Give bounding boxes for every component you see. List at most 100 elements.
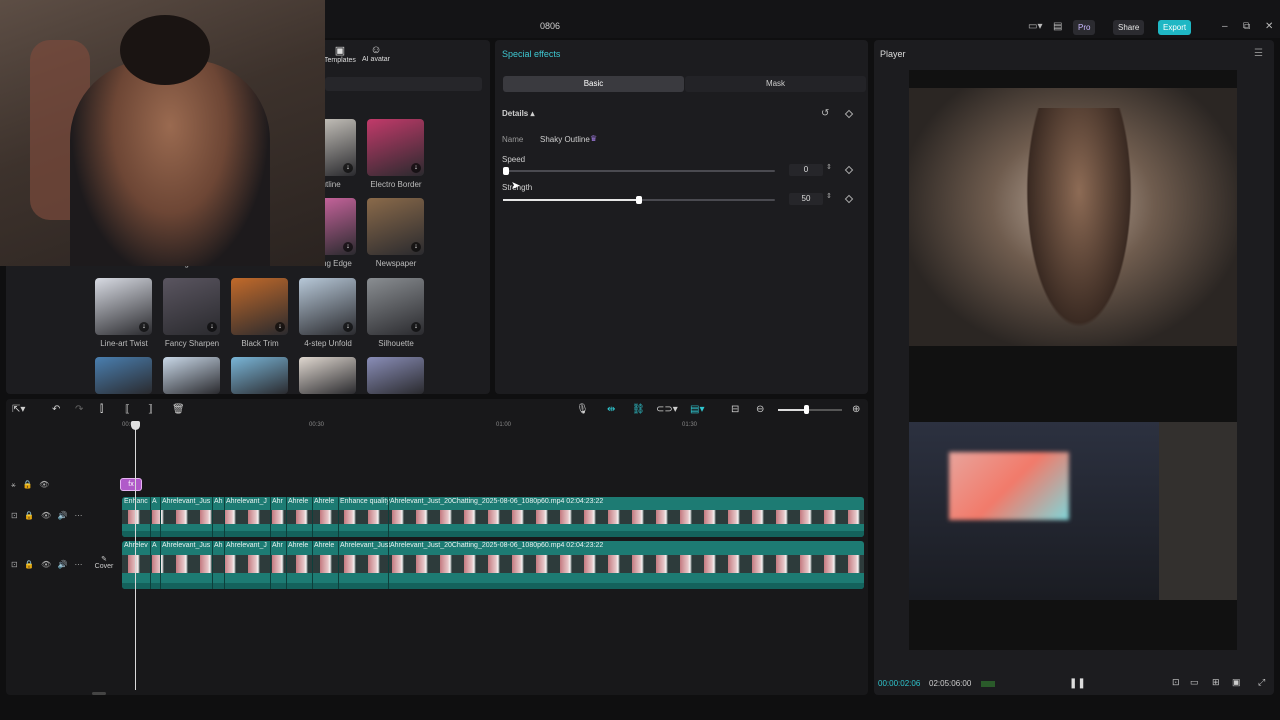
preview-axis-icon[interactable]: ⊂⊃▾	[656, 404, 678, 415]
effect-thumbnail[interactable]	[299, 357, 356, 394]
track2-controls[interactable]: ⊡ 🔒 👁 🔊 ⋯	[11, 560, 82, 569]
ratio-icon[interactable]: ▭	[1190, 677, 1199, 688]
delete-icon[interactable]: 🗑	[172, 404, 185, 415]
zoom-out-icon[interactable]: ⊖	[756, 404, 764, 415]
fx-track-controls[interactable]: ⚹ 🔒 👁	[11, 480, 49, 490]
tab-mask[interactable]: Mask	[685, 76, 866, 92]
clip-label[interactable]: Ahrelevant_Jus	[162, 498, 210, 505]
zoom-in-icon[interactable]: ⊕	[852, 404, 860, 415]
search-input[interactable]	[325, 77, 482, 91]
clip-label[interactable]: Ahrelevant_Just	[340, 542, 390, 549]
playhead[interactable]	[135, 422, 136, 690]
trim-right-icon[interactable]: ⟧	[148, 404, 153, 415]
effect-thumbnail[interactable]	[367, 357, 424, 394]
scrollbar[interactable]	[92, 692, 106, 695]
clip-label[interactable]: Ahrele	[314, 542, 334, 549]
effect-thumbnail[interactable]: ↓	[367, 278, 424, 335]
track1-controls[interactable]: ⊡ 🔒 👁 🔊 ⋯	[11, 511, 82, 520]
download-icon[interactable]: ↓	[343, 242, 353, 252]
video-preview[interactable]	[909, 70, 1237, 650]
clip-label[interactable]: Ahrele	[314, 498, 334, 505]
clip-label[interactable]: Ahrelevant_Just_20Chatting_2025-08-06_10…	[390, 542, 603, 549]
close-button[interactable]: ✕	[1265, 21, 1273, 32]
strength-slider-knob[interactable]	[636, 196, 642, 204]
pro-badge-icon: ♛	[590, 134, 598, 143]
minimize-button[interactable]: –	[1222, 21, 1228, 32]
zoom-slider-knob[interactable]	[804, 405, 809, 414]
microphone-icon[interactable]: 🎙	[576, 404, 589, 415]
pause-button[interactable]: ❚❚	[1069, 678, 1086, 689]
clip-label[interactable]: A	[152, 542, 157, 549]
tab-ai-avatar[interactable]: ☺ AI avatar	[362, 44, 390, 63]
clip-label[interactable]: Ahr	[272, 542, 283, 549]
shortcut-icon[interactable]: ▤	[1053, 21, 1062, 32]
clip-label[interactable]: Ah	[214, 498, 223, 505]
download-icon[interactable]: ↓	[411, 322, 421, 332]
clip-label[interactable]: Ahrele	[288, 542, 308, 549]
effect-clip[interactable]: fx	[120, 478, 142, 491]
effect-thumbnail[interactable]	[95, 357, 152, 394]
speed-slider-knob[interactable]	[503, 167, 509, 175]
share-button[interactable]: Share	[1113, 20, 1145, 35]
details-toggle[interactable]: Details ▴	[502, 109, 534, 118]
current-timecode: 00:00:02:06	[878, 679, 921, 688]
reset-icon[interactable]: ↺	[821, 108, 829, 119]
speed-slider[interactable]	[503, 170, 775, 172]
video-track-1[interactable]: EnhancAAhrelevant_JusAhAhrelevant_JAhrAh…	[122, 497, 864, 537]
download-icon[interactable]: ↓	[411, 242, 421, 252]
tab-basic[interactable]: Basic	[503, 76, 684, 92]
clip-label[interactable]: A	[152, 498, 157, 505]
fullscreen-icon[interactable]: ⤢	[1258, 677, 1265, 688]
effect-thumbnail[interactable]: ↓	[95, 278, 152, 335]
undo-icon[interactable]: ↶	[52, 404, 60, 415]
speed-input[interactable]: 0	[789, 164, 823, 176]
export-button[interactable]: Export	[1158, 20, 1192, 35]
effect-thumbnail[interactable]: ↓	[299, 278, 356, 335]
download-icon[interactable]: ↓	[343, 163, 353, 173]
panel-title: Special effects	[502, 49, 561, 59]
layout-icon[interactable]: ▭▾	[1028, 21, 1042, 32]
cover-button[interactable]: ✎ Cover	[92, 555, 116, 577]
magnet-icon[interactable]: ⇹	[607, 404, 615, 415]
captions-icon[interactable]: ⊟	[731, 404, 739, 415]
playhead-handle[interactable]	[131, 421, 140, 430]
stepper-icon[interactable]: ⇕	[826, 192, 832, 200]
clip-label[interactable]: Ahrelevant_J	[226, 542, 267, 549]
link-icon[interactable]: ⛓	[632, 404, 645, 415]
aspect-icon[interactable]: ▣	[1232, 677, 1241, 688]
redo-icon[interactable]: ↷	[75, 404, 83, 415]
clip-label[interactable]: Ahrelevant_Jus	[162, 542, 210, 549]
clip-label[interactable]: Ahr	[272, 498, 283, 505]
maximize-button[interactable]: ⧉	[1243, 21, 1250, 32]
templates-icon: ▣	[334, 45, 346, 57]
effect-thumbnail[interactable]	[231, 357, 288, 394]
effect-thumbnail[interactable]: ↓	[163, 278, 220, 335]
zoom-icon[interactable]: ⊞	[1212, 677, 1220, 688]
effect-thumbnail[interactable]: ↓	[231, 278, 288, 335]
clip-label[interactable]: Ahrelevant_J	[226, 498, 267, 505]
video-track-2[interactable]: AhrelevAAhrelevant_JusAhAhrelevant_JAhrA…	[122, 541, 864, 589]
download-icon[interactable]: ↓	[139, 322, 149, 332]
effect-thumbnail[interactable]	[163, 357, 220, 394]
select-tool-icon[interactable]: ⇱▾	[12, 404, 25, 415]
clip-label[interactable]: Ahrelevant_Just_20Chatting_2025-08-06_10…	[390, 498, 603, 505]
stepper-icon[interactable]: ⇕	[826, 163, 832, 171]
effect-thumbnail[interactable]: ↓	[367, 119, 424, 176]
download-icon[interactable]: ↓	[343, 322, 353, 332]
tab-templates[interactable]: ▣ Templates	[324, 44, 356, 64]
download-icon[interactable]: ↓	[207, 322, 217, 332]
track-icon[interactable]: ▤▾	[690, 404, 704, 415]
download-icon[interactable]: ↓	[275, 322, 285, 332]
clip-label[interactable]: Enhance quality	[340, 498, 390, 505]
clip-label[interactable]: Ah	[214, 542, 223, 549]
zoom-slider[interactable]	[778, 409, 842, 411]
clip-label[interactable]: Ahrele	[288, 498, 308, 505]
strength-input[interactable]: 50	[789, 193, 823, 205]
adjust-icon[interactable]: ⊡	[1172, 677, 1180, 688]
trim-left-icon[interactable]: ⟦	[125, 404, 130, 415]
split-icon[interactable]: ⫿	[100, 404, 103, 415]
effect-thumbnail[interactable]: ↓	[367, 198, 424, 255]
menu-icon[interactable]: ☰	[1254, 48, 1263, 59]
download-icon[interactable]: ↓	[411, 163, 421, 173]
pro-button[interactable]: Pro	[1073, 20, 1096, 35]
